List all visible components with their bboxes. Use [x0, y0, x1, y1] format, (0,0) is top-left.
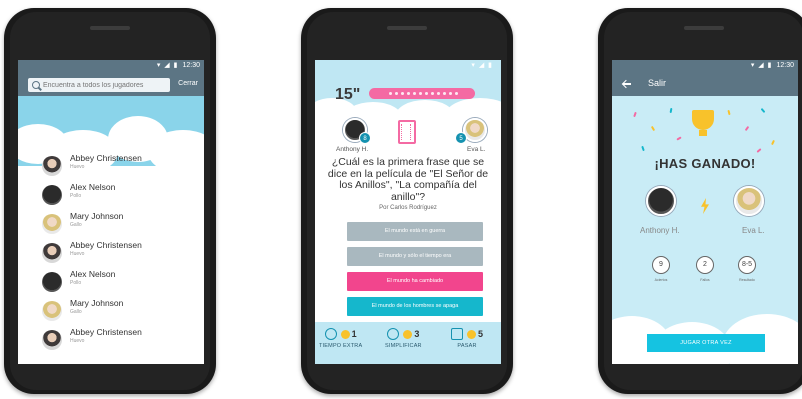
win-result-screen: ▾ ◢ ▮ 12:30 Salir ¡HAS GANADO! Anthony H… — [612, 60, 798, 364]
list-item[interactable]: Alex Nelson Pollo — [42, 181, 198, 210]
phone-speaker — [90, 26, 130, 30]
status-bar: ▾ ◢ ▮ 12:30 — [750, 62, 794, 69]
phone-player-search: ▾ ◢ ▮12:30 Cerrar Abbey ChristensenHuevo… — [4, 8, 216, 394]
player-right-badge: 5 — [455, 132, 467, 144]
powerup-label: TIEMPO EXTRA — [319, 343, 363, 349]
coin-icon — [403, 329, 413, 339]
search-input[interactable] — [43, 81, 165, 89]
back-arrow-icon[interactable] — [622, 80, 631, 88]
player-left-avatar — [646, 186, 676, 216]
player-name: Mary Johnson — [70, 211, 124, 221]
player-right-avatar — [734, 186, 764, 216]
question-text: ¿Cuál es la primera frase que se dice en… — [327, 156, 489, 203]
stat-label: Fallos — [700, 278, 710, 282]
question-author: Por Carlos Rodríguez — [379, 205, 437, 211]
powerup-label: PASAR — [457, 343, 477, 349]
powerup-label: SIMPLIFICAR — [385, 343, 422, 349]
blonde-avatar — [42, 214, 62, 234]
player-search-screen: ▾ ◢ ▮12:30 Cerrar Abbey ChristensenHuevo… — [18, 60, 204, 364]
close-button[interactable]: Cerrar — [178, 80, 198, 87]
player-left-name: Anthony H. — [336, 146, 369, 153]
male-avatar — [42, 272, 62, 292]
clock-icon — [324, 328, 337, 340]
player-level: Pollo — [70, 193, 82, 199]
player-name: Abbey Christensen — [70, 240, 142, 250]
female-avatar — [42, 330, 62, 350]
list-item[interactable]: Abbey Christensen Huevo — [42, 239, 198, 268]
stat-label: Resultado — [739, 278, 755, 282]
answer-option-3[interactable]: El mundo ha cambiado — [347, 272, 483, 291]
exit-button[interactable]: Salir — [648, 78, 666, 88]
stat-wrong: 2 — [696, 256, 714, 274]
answer-option-4[interactable]: El mundo de los hombres se apaga — [347, 297, 483, 316]
skip-powerup[interactable]: 5 PASAR — [451, 328, 483, 349]
play-again-button[interactable]: JUGAR OTRA VEZ — [647, 334, 765, 352]
phone-speaker — [684, 26, 724, 30]
stat-result: 8-5 — [738, 256, 756, 274]
skip-icon — [451, 328, 463, 340]
powerup-count: 1 — [351, 329, 357, 339]
coin-icon — [467, 329, 476, 339]
status-time: 12:30 — [182, 62, 200, 69]
film-category-icon — [398, 120, 416, 144]
mockup-stage: ▾ ◢ ▮12:30 Cerrar Abbey ChristensenHuevo… — [0, 0, 802, 399]
player-list: Abbey Christensen Huevo Alex Nelson Pollo … — [42, 152, 198, 355]
quiz-question-screen: ▾ ◢ ▮ 15" 8 Anthony H. 5 Eva L. ¿Cuál es… — [315, 60, 501, 364]
timer: 15" — [335, 86, 361, 103]
list-item[interactable]: Mary Johnson Gallo — [42, 210, 198, 239]
question-progress — [369, 88, 475, 99]
list-item[interactable]: Mary Johnson Gallo — [42, 297, 198, 326]
answer-option-1[interactable]: El mundo está en guerra — [347, 222, 483, 241]
stopwatch-icon — [387, 328, 400, 340]
status-time: 12:30 — [776, 62, 794, 69]
female-avatar — [42, 156, 62, 176]
male-avatar — [42, 185, 62, 205]
search-bar[interactable] — [28, 78, 170, 92]
stat-correct: 9 — [652, 256, 670, 274]
player-left-name: Anthony H. — [640, 226, 680, 235]
player-name: Alex Nelson — [70, 182, 116, 192]
player-level: Huevo — [70, 164, 85, 170]
player-name: Abbey Christensen — [70, 153, 142, 163]
powerup-count: 3 — [414, 329, 420, 339]
answer-option-2[interactable]: El mundo y sólo el tiempo era — [347, 247, 483, 266]
phone-win-result: ▾ ◢ ▮ 12:30 Salir ¡HAS GANADO! Anthony H… — [598, 8, 802, 394]
player-name: Mary Johnson — [70, 298, 124, 308]
player-right-name: Eva L. — [467, 146, 486, 153]
player-left-badge: 8 — [359, 132, 371, 144]
player-level: Gallo — [70, 222, 82, 228]
status-bar: ▾ ◢ ▮ — [471, 62, 493, 69]
list-item[interactable]: Alex Nelson Pollo — [42, 268, 198, 297]
powerup-count: 5 — [478, 329, 484, 339]
player-name: Alex Nelson — [70, 269, 116, 279]
extra-time-powerup[interactable]: 1 TIEMPO EXTRA — [319, 328, 362, 349]
simplify-powerup[interactable]: 3 SIMPLIFICAR — [385, 328, 422, 349]
player-level: Gallo — [70, 309, 82, 315]
player-level: Huevo — [70, 251, 85, 257]
list-item[interactable]: Abbey Christensen Huevo — [42, 326, 198, 355]
list-item[interactable]: Abbey Christensen Huevo — [42, 152, 198, 181]
player-level: Huevo — [70, 338, 85, 344]
player-right-name: Eva L. — [742, 226, 765, 235]
phone-speaker — [387, 26, 427, 30]
blonde-avatar — [42, 301, 62, 321]
stat-label: Aciertos — [654, 278, 668, 282]
player-level: Pollo — [70, 280, 82, 286]
search-icon — [32, 81, 40, 89]
phone-quiz-question: ▾ ◢ ▮ 15" 8 Anthony H. 5 Eva L. ¿Cuál es… — [301, 8, 513, 394]
win-title: ¡HAS GANADO! — [654, 156, 756, 171]
female-avatar — [42, 243, 62, 263]
status-bar: ▾ ◢ ▮ 12:30 — [156, 62, 200, 69]
coin-icon — [340, 329, 350, 339]
player-name: Abbey Christensen — [70, 327, 142, 337]
